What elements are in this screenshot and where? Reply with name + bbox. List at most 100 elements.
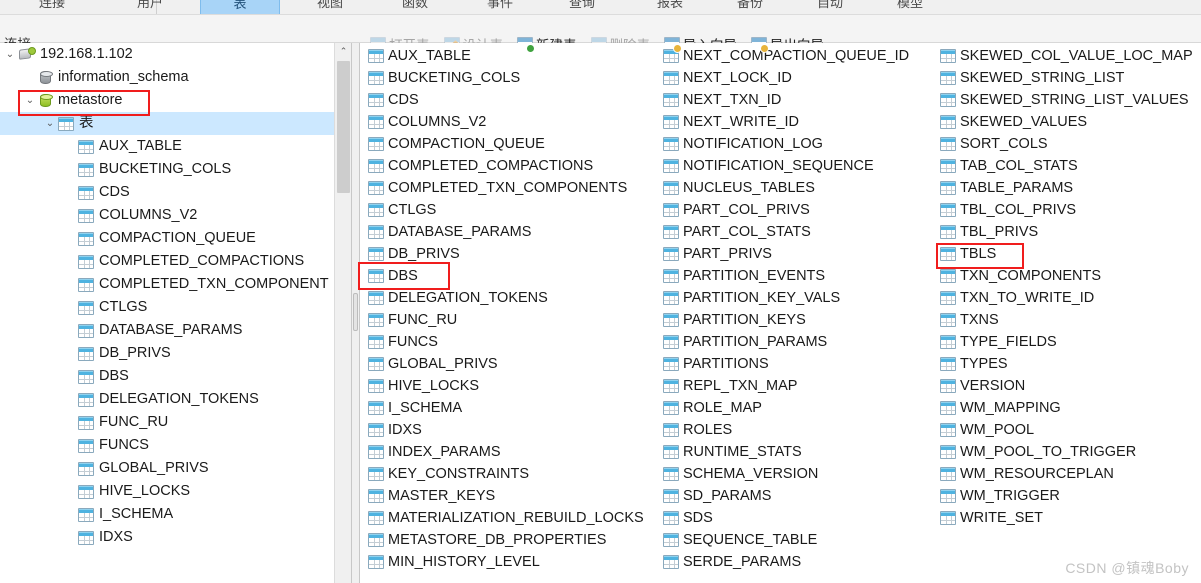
table-list-item[interactable]: PART_PRIVS [661,243,936,265]
table-list-item[interactable]: SEQUENCE_TABLE [661,529,936,551]
ribbon-tab-0[interactable]: 连接 [22,0,82,14]
table-list-item[interactable]: SKEWED_VALUES [938,111,1201,133]
tree-node[interactable]: DBS [0,365,351,388]
table-list-item[interactable]: VERSION [938,375,1201,397]
tree-node[interactable]: DB_PRIVS [0,342,351,365]
chevron-down-icon[interactable]: ⌄ [2,49,18,60]
tree-node[interactable]: COMPLETED_COMPACTIONS [0,250,351,273]
table-list-item[interactable]: PARTITION_KEY_VALS [661,287,936,309]
table-list-item[interactable]: PART_COL_PRIVS [661,199,936,221]
table-list-item[interactable]: TXN_TO_WRITE_ID [938,287,1201,309]
table-list-item[interactable]: AUX_TABLE [366,45,641,67]
pane-splitter[interactable] [352,43,360,583]
tree-node[interactable]: ⌄ 192.168.1.102 [0,43,351,66]
table-list-item[interactable]: KEY_CONSTRAINTS [366,463,641,485]
table-list-item[interactable]: WM_POOL [938,419,1201,441]
chevron-down-icon[interactable]: ⌄ [42,118,58,129]
table-list-item[interactable]: WM_POOL_TO_TRIGGER [938,441,1201,463]
table-list-item[interactable]: CDS [366,89,641,111]
table-list-item[interactable]: INDEX_PARAMS [366,441,641,463]
table-list-item[interactable]: PARTITIONS [661,353,936,375]
table-list-item[interactable]: WM_RESOURCEPLAN [938,463,1201,485]
table-list-item[interactable]: TYPES [938,353,1201,375]
ribbon-tab-10[interactable]: 模型 [880,0,940,14]
table-list-item[interactable]: TBL_PRIVS [938,221,1201,243]
table-list-item[interactable]: SKEWED_STRING_LIST [938,67,1201,89]
tree-node[interactable]: COMPACTION_QUEUE [0,227,351,250]
table-list-item[interactable]: NOTIFICATION_LOG [661,133,936,155]
table-list-item[interactable]: TBL_COL_PRIVS [938,199,1201,221]
table-list-item[interactable]: COMPLETED_COMPACTIONS [366,155,641,177]
table-list-item[interactable]: NEXT_TXN_ID [661,89,936,111]
ribbon-tab-8[interactable]: 备份 [720,0,780,14]
table-list-item[interactable]: DB_PRIVS [366,243,641,265]
table-list-item[interactable]: ROLES [661,419,936,441]
table-list-item[interactable]: TBLS [938,243,1201,265]
tree-node[interactable]: IDXS [0,526,351,549]
tree-node[interactable]: ⌄ metastore [0,89,351,112]
tree-node[interactable]: FUNC_RU [0,411,351,434]
table-list-item[interactable]: DELEGATION_TOKENS [366,287,641,309]
table-list-item[interactable]: PART_COL_STATS [661,221,936,243]
table-list-item[interactable]: MIN_HISTORY_LEVEL [366,551,641,573]
connection-tree-pane[interactable]: ⌄ 192.168.1.102 information_schema ⌄ metasto… [0,43,352,583]
table-list-item[interactable]: SDS [661,507,936,529]
table-list-item[interactable]: PARTITION_EVENTS [661,265,936,287]
tree-node[interactable]: BUCKETING_COLS [0,158,351,181]
table-list-item[interactable]: COMPLETED_TXN_COMPONENTS [366,177,641,199]
table-list-item[interactable]: NEXT_COMPACTION_QUEUE_ID [661,45,936,67]
table-list-item[interactable]: FUNCS [366,331,641,353]
ribbon-tab-2[interactable]: 表 [200,0,280,14]
ribbon-tab-9[interactable]: 自动 [800,0,860,14]
table-list-item[interactable]: REPL_TXN_MAP [661,375,936,397]
tree-node[interactable]: ⌄ 表 [0,112,351,135]
tree-node[interactable]: CDS [0,181,351,204]
table-list-item[interactable]: IDXS [366,419,641,441]
tree-vertical-scrollbar[interactable]: ⌃ [334,43,351,583]
ribbon-tab-4[interactable]: 函数 [385,0,445,14]
table-list-pane[interactable]: AUX_TABLE BUCKETING_COLS CDS COLUMNS_V2 COMP… [361,43,1201,583]
ribbon-tab-3[interactable]: 视图 [300,0,360,14]
table-list-item[interactable]: TXN_COMPONENTS [938,265,1201,287]
table-list-item[interactable]: DBS [366,265,641,287]
chevron-down-icon[interactable]: ⌄ [22,95,38,106]
table-list-item[interactable]: HIVE_LOCKS [366,375,641,397]
tree-node[interactable]: GLOBAL_PRIVS [0,457,351,480]
ribbon-tab-1[interactable]: 用户 [120,0,180,14]
table-list-item[interactable]: SKEWED_STRING_LIST_VALUES [938,89,1201,111]
table-list-item[interactable]: NEXT_LOCK_ID [661,67,936,89]
tree-node[interactable]: HIVE_LOCKS [0,480,351,503]
table-list-item[interactable]: WRITE_SET [938,507,1201,529]
table-list-item[interactable]: TXNS [938,309,1201,331]
table-list-item[interactable]: COLUMNS_V2 [366,111,641,133]
table-list-item[interactable]: WM_MAPPING [938,397,1201,419]
tree-node[interactable]: FUNCS [0,434,351,457]
table-list-item[interactable]: FUNC_RU [366,309,641,331]
scroll-up-arrow-icon[interactable]: ⌃ [335,43,351,60]
table-list-item[interactable]: TAB_COL_STATS [938,155,1201,177]
splitter-grip[interactable] [353,293,358,331]
table-list-item[interactable]: DATABASE_PARAMS [366,221,641,243]
table-list-item[interactable]: NOTIFICATION_SEQUENCE [661,155,936,177]
table-list-item[interactable]: BUCKETING_COLS [366,67,641,89]
table-list-item[interactable]: SD_PARAMS [661,485,936,507]
table-list-item[interactable]: TYPE_FIELDS [938,331,1201,353]
ribbon-tab-6[interactable]: 查询 [552,0,612,14]
table-list-item[interactable]: PARTITION_PARAMS [661,331,936,353]
tree-node[interactable]: DELEGATION_TOKENS [0,388,351,411]
table-list-item[interactable]: SCHEMA_VERSION [661,463,936,485]
table-list-item[interactable]: RUNTIME_STATS [661,441,936,463]
table-list-item[interactable]: MASTER_KEYS [366,485,641,507]
table-list-item[interactable]: WM_TRIGGER [938,485,1201,507]
table-list-item[interactable]: PARTITION_KEYS [661,309,936,331]
table-list-item[interactable]: NEXT_WRITE_ID [661,111,936,133]
tree-node[interactable]: I_SCHEMA [0,503,351,526]
tree-node[interactable]: DATABASE_PARAMS [0,319,351,342]
tree-node[interactable]: COMPLETED_TXN_COMPONENT [0,273,351,296]
table-list-item[interactable]: GLOBAL_PRIVS [366,353,641,375]
table-list-item[interactable]: METASTORE_DB_PROPERTIES [366,529,641,551]
table-list-item[interactable]: CTLGS [366,199,641,221]
tree-node[interactable]: AUX_TABLE [0,135,351,158]
ribbon-tab-5[interactable]: 事件 [470,0,530,14]
table-list-item[interactable]: I_SCHEMA [366,397,641,419]
